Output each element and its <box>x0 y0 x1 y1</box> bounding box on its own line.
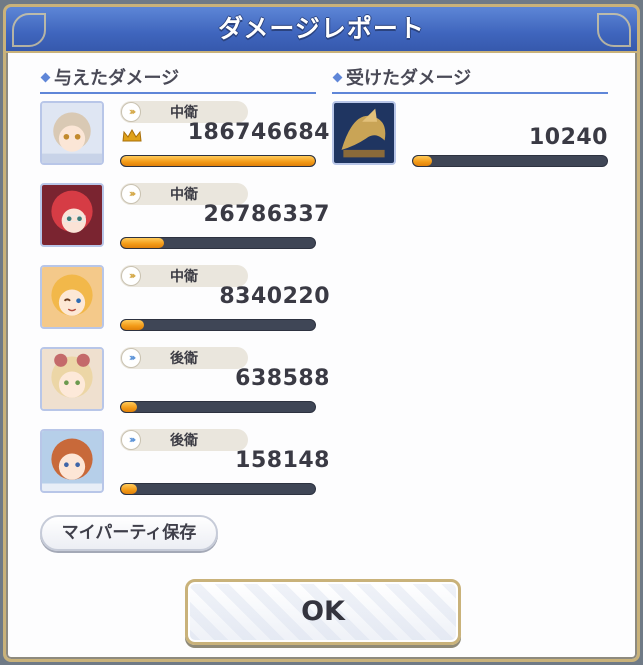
damage-value: 8340220 <box>219 284 330 309</box>
damage-bar-fill <box>121 156 315 166</box>
taken-row-1[interactable]: 10240 <box>332 101 608 173</box>
damage-bar <box>120 319 316 331</box>
damage-bar-fill <box>121 484 137 494</box>
dealt-row-4[interactable]: ››› 後衛 638588 <box>40 347 330 419</box>
chevron-right-icon: ››› <box>121 102 141 122</box>
diamond-icon <box>332 72 343 83</box>
damage-value: 186746684 <box>187 120 330 145</box>
dealt-row-3[interactable]: ››› 中衛 8340220 <box>40 265 330 337</box>
enemy-portrait[interactable] <box>332 101 396 165</box>
damage-bar-fill <box>121 402 137 412</box>
chevron-right-icon: ››› <box>121 348 141 368</box>
character-portrait[interactable] <box>40 183 104 247</box>
position-label: 後衛 <box>170 351 198 367</box>
chevron-right-icon: ››› <box>121 184 141 204</box>
damage-bar-fill <box>413 156 433 166</box>
damage-bar <box>412 155 608 167</box>
dialog-title: ダメージレポート <box>218 14 425 43</box>
damage-report-dialog: ダメージレポート 与えたダメージ 受けたダメージ ››› 中衛 18674668… <box>3 4 640 662</box>
damage-value: 158148 <box>235 448 330 473</box>
damage-bar <box>120 237 316 249</box>
dealt-damage-header: 与えたダメージ <box>40 62 316 94</box>
position-label: 中衛 <box>170 187 198 203</box>
character-portrait[interactable] <box>40 429 104 493</box>
chevron-right-icon: ››› <box>121 430 141 450</box>
position-label: 中衛 <box>170 269 198 285</box>
ornament-left-icon <box>12 13 46 47</box>
damage-bar-fill <box>121 238 164 248</box>
damage-bar <box>120 483 316 495</box>
diamond-icon <box>40 72 51 83</box>
dealt-row-2[interactable]: ››› 中衛 26786337 <box>40 183 330 255</box>
position-label: 後衛 <box>170 433 198 449</box>
taken-damage-label: 受けたダメージ <box>346 68 472 89</box>
chevron-right-icon: ››› <box>121 266 141 286</box>
damage-value: 10240 <box>528 125 608 150</box>
character-portrait[interactable] <box>40 265 104 329</box>
title-bar: ダメージレポート <box>6 7 637 53</box>
dealt-damage-label: 与えたダメージ <box>54 68 180 89</box>
damage-value: 26786337 <box>203 202 330 227</box>
character-portrait[interactable] <box>40 101 104 165</box>
character-portrait[interactable] <box>40 347 104 411</box>
damage-bar-fill <box>121 320 145 330</box>
damage-value: 638588 <box>235 366 330 391</box>
ornament-right-icon <box>597 13 631 47</box>
dealt-row-5[interactable]: ››› 後衛 158148 <box>40 429 330 501</box>
dealt-row-1[interactable]: ››› 中衛 186746684 <box>40 101 330 173</box>
damage-bar <box>120 155 316 167</box>
ok-button[interactable]: OK <box>185 579 461 645</box>
damage-bar <box>120 401 316 413</box>
position-label: 中衛 <box>170 105 198 121</box>
taken-damage-header: 受けたダメージ <box>332 62 608 94</box>
save-party-button[interactable]: マイパーティ保存 <box>40 515 218 551</box>
